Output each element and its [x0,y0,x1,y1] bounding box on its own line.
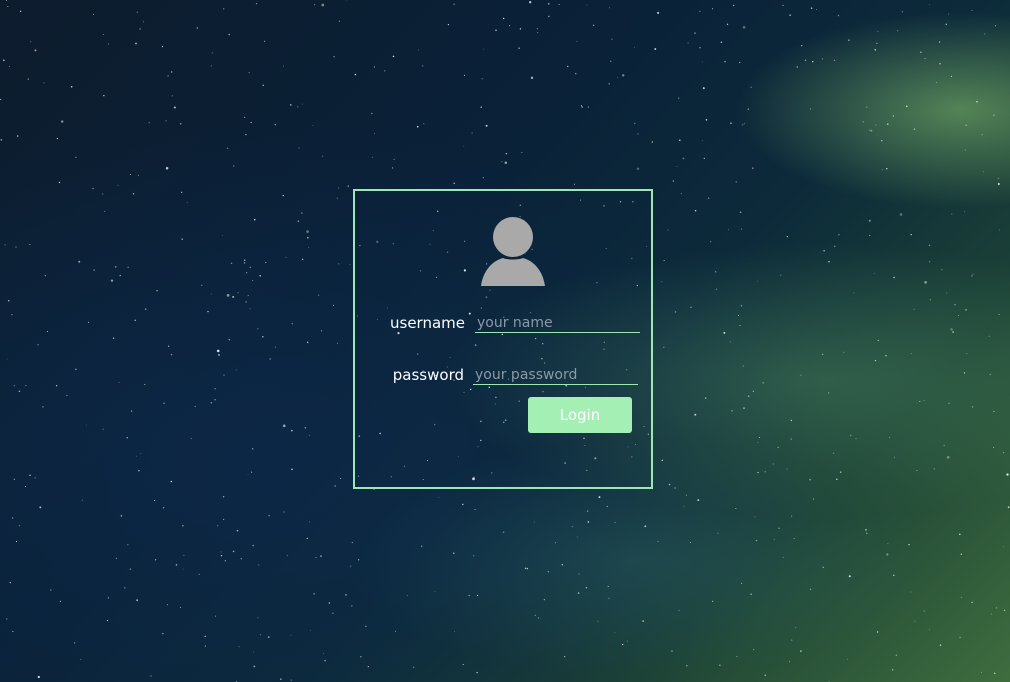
password-row: password [380,361,638,385]
password-input[interactable] [473,365,638,385]
user-icon [478,216,548,286]
username-label: username [390,314,465,332]
login-button[interactable]: Login [528,397,632,433]
login-panel: username password Login [353,189,653,489]
username-input[interactable] [475,313,640,333]
password-label: password [392,366,464,384]
username-row: username [380,309,640,333]
